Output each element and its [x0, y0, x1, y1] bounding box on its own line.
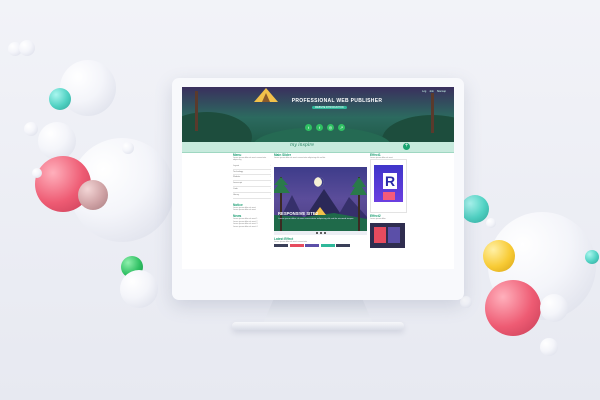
- site-header: Log Join Sitemap PROFESSIONAL WEB PUBLIS…: [182, 87, 454, 142]
- decor-ball: [49, 88, 71, 110]
- latest-desc: Lorem ipsum dolor sit amet consectetur: [274, 241, 308, 243]
- decor-ball: [60, 60, 116, 116]
- facebook-icon[interactable]: f: [316, 124, 323, 131]
- monitor: Log Join Sitemap PROFESSIONAL WEB PUBLIS…: [172, 78, 464, 300]
- plus-icon[interactable]: +: [403, 143, 410, 150]
- social-icons: t f ◎ ↗: [305, 124, 345, 131]
- decor-ball: [486, 218, 496, 228]
- chevron-right-icon: ›: [270, 182, 271, 185]
- slider-controls: [274, 231, 367, 235]
- latest-effect: Latest Effect Lorem ipsum dolor sit amet…: [274, 237, 367, 248]
- thumb[interactable]: [274, 244, 288, 248]
- decor-ball: [485, 280, 541, 336]
- right-column: Effect1 Lorem ipsum dolor sit amet R Eff…: [370, 153, 407, 248]
- top-link[interactable]: Join: [429, 90, 434, 93]
- effect2-desc: Lorem ipsum dolor: [370, 218, 386, 220]
- notice-line[interactable]: Lorem ipsum dolor sit amet: [233, 209, 271, 211]
- top-link[interactable]: Log: [422, 90, 426, 93]
- decor-ball: [24, 122, 38, 136]
- slide-title: RESPONSIVE SITE2: [278, 211, 319, 216]
- pause-icon[interactable]: [319, 232, 322, 234]
- decor-ball: [120, 270, 158, 308]
- effect1-image: R: [374, 165, 403, 202]
- center-column: Main Slider Lorem ipsum dolor sit amet c…: [274, 153, 367, 248]
- decor-ball: [32, 168, 42, 178]
- slide-desc: Lorem ipsum dolor sit amet consectetur a…: [278, 218, 354, 220]
- decor-ball: [540, 294, 568, 322]
- effect2-card[interactable]: [370, 223, 405, 248]
- menu-desc: Lorem ipsum dolor sit amet consectetur a…: [233, 157, 267, 162]
- decor-ball: [38, 122, 76, 160]
- decor-ball: [461, 195, 489, 223]
- decor-ball: [585, 250, 599, 264]
- effect2-image: [374, 227, 386, 243]
- main-slider[interactable]: RESPONSIVE SITE2 Lorem ipsum dolor sit a…: [274, 167, 367, 231]
- thumb[interactable]: [305, 244, 319, 248]
- decor-ball: [122, 142, 134, 154]
- menu-item[interactable]: Library ›: [233, 193, 271, 199]
- tree-icon: [431, 93, 434, 133]
- twitter-icon[interactable]: t: [305, 124, 312, 131]
- share-icon[interactable]: ↗: [338, 124, 345, 131]
- top-links: Log Join Sitemap: [422, 90, 446, 93]
- chevron-right-icon: ›: [270, 170, 271, 173]
- mountain-illustration: [274, 177, 367, 231]
- left-column: Menu Lorem ipsum dolor sit amet consecte…: [233, 153, 271, 228]
- thumb[interactable]: [336, 244, 350, 248]
- effect1-accent: [383, 192, 395, 200]
- decor-ball: [78, 180, 108, 210]
- top-link[interactable]: Sitemap: [437, 90, 446, 93]
- decor-ball: [540, 338, 558, 356]
- effect2-image: [388, 227, 400, 243]
- menu-list: Layout › Technology › Website › Javascript ›…: [233, 164, 271, 199]
- r-logo-icon: R: [383, 173, 397, 189]
- monitor-stand-base: [232, 322, 404, 330]
- thumb[interactable]: [320, 244, 335, 248]
- subnav-script: my inspire: [290, 143, 315, 148]
- effect1-card[interactable]: R: [370, 159, 407, 213]
- intro-badge[interactable]: WEBSITE INTRODUCTION: [312, 106, 347, 109]
- prev-icon[interactable]: [315, 232, 318, 234]
- chevron-right-icon: ›: [270, 164, 271, 167]
- instagram-icon[interactable]: ◎: [327, 124, 334, 131]
- thumb[interactable]: [289, 244, 304, 248]
- chevron-right-icon: ›: [270, 188, 271, 190]
- decor-ball: [483, 240, 515, 272]
- monitor-screen: Log Join Sitemap PROFESSIONAL WEB PUBLIS…: [182, 87, 454, 269]
- news-line[interactable]: Lorem ipsum dolor sit amet 4: [233, 226, 271, 228]
- chevron-right-icon: ›: [270, 193, 271, 196]
- subnav-bar: my inspire +: [182, 142, 454, 153]
- decor-ball: [19, 40, 35, 56]
- tent-icon: [254, 88, 278, 102]
- site-title: PROFESSIONAL WEB PUBLISHER: [291, 98, 383, 104]
- chevron-right-icon: ›: [270, 176, 271, 179]
- slider-section-desc: Lorem ipsum dolor sit amet consectetur a…: [274, 157, 326, 159]
- latest-thumbs: [274, 244, 367, 248]
- tree-icon: [195, 91, 198, 131]
- next-icon[interactable]: [323, 232, 326, 234]
